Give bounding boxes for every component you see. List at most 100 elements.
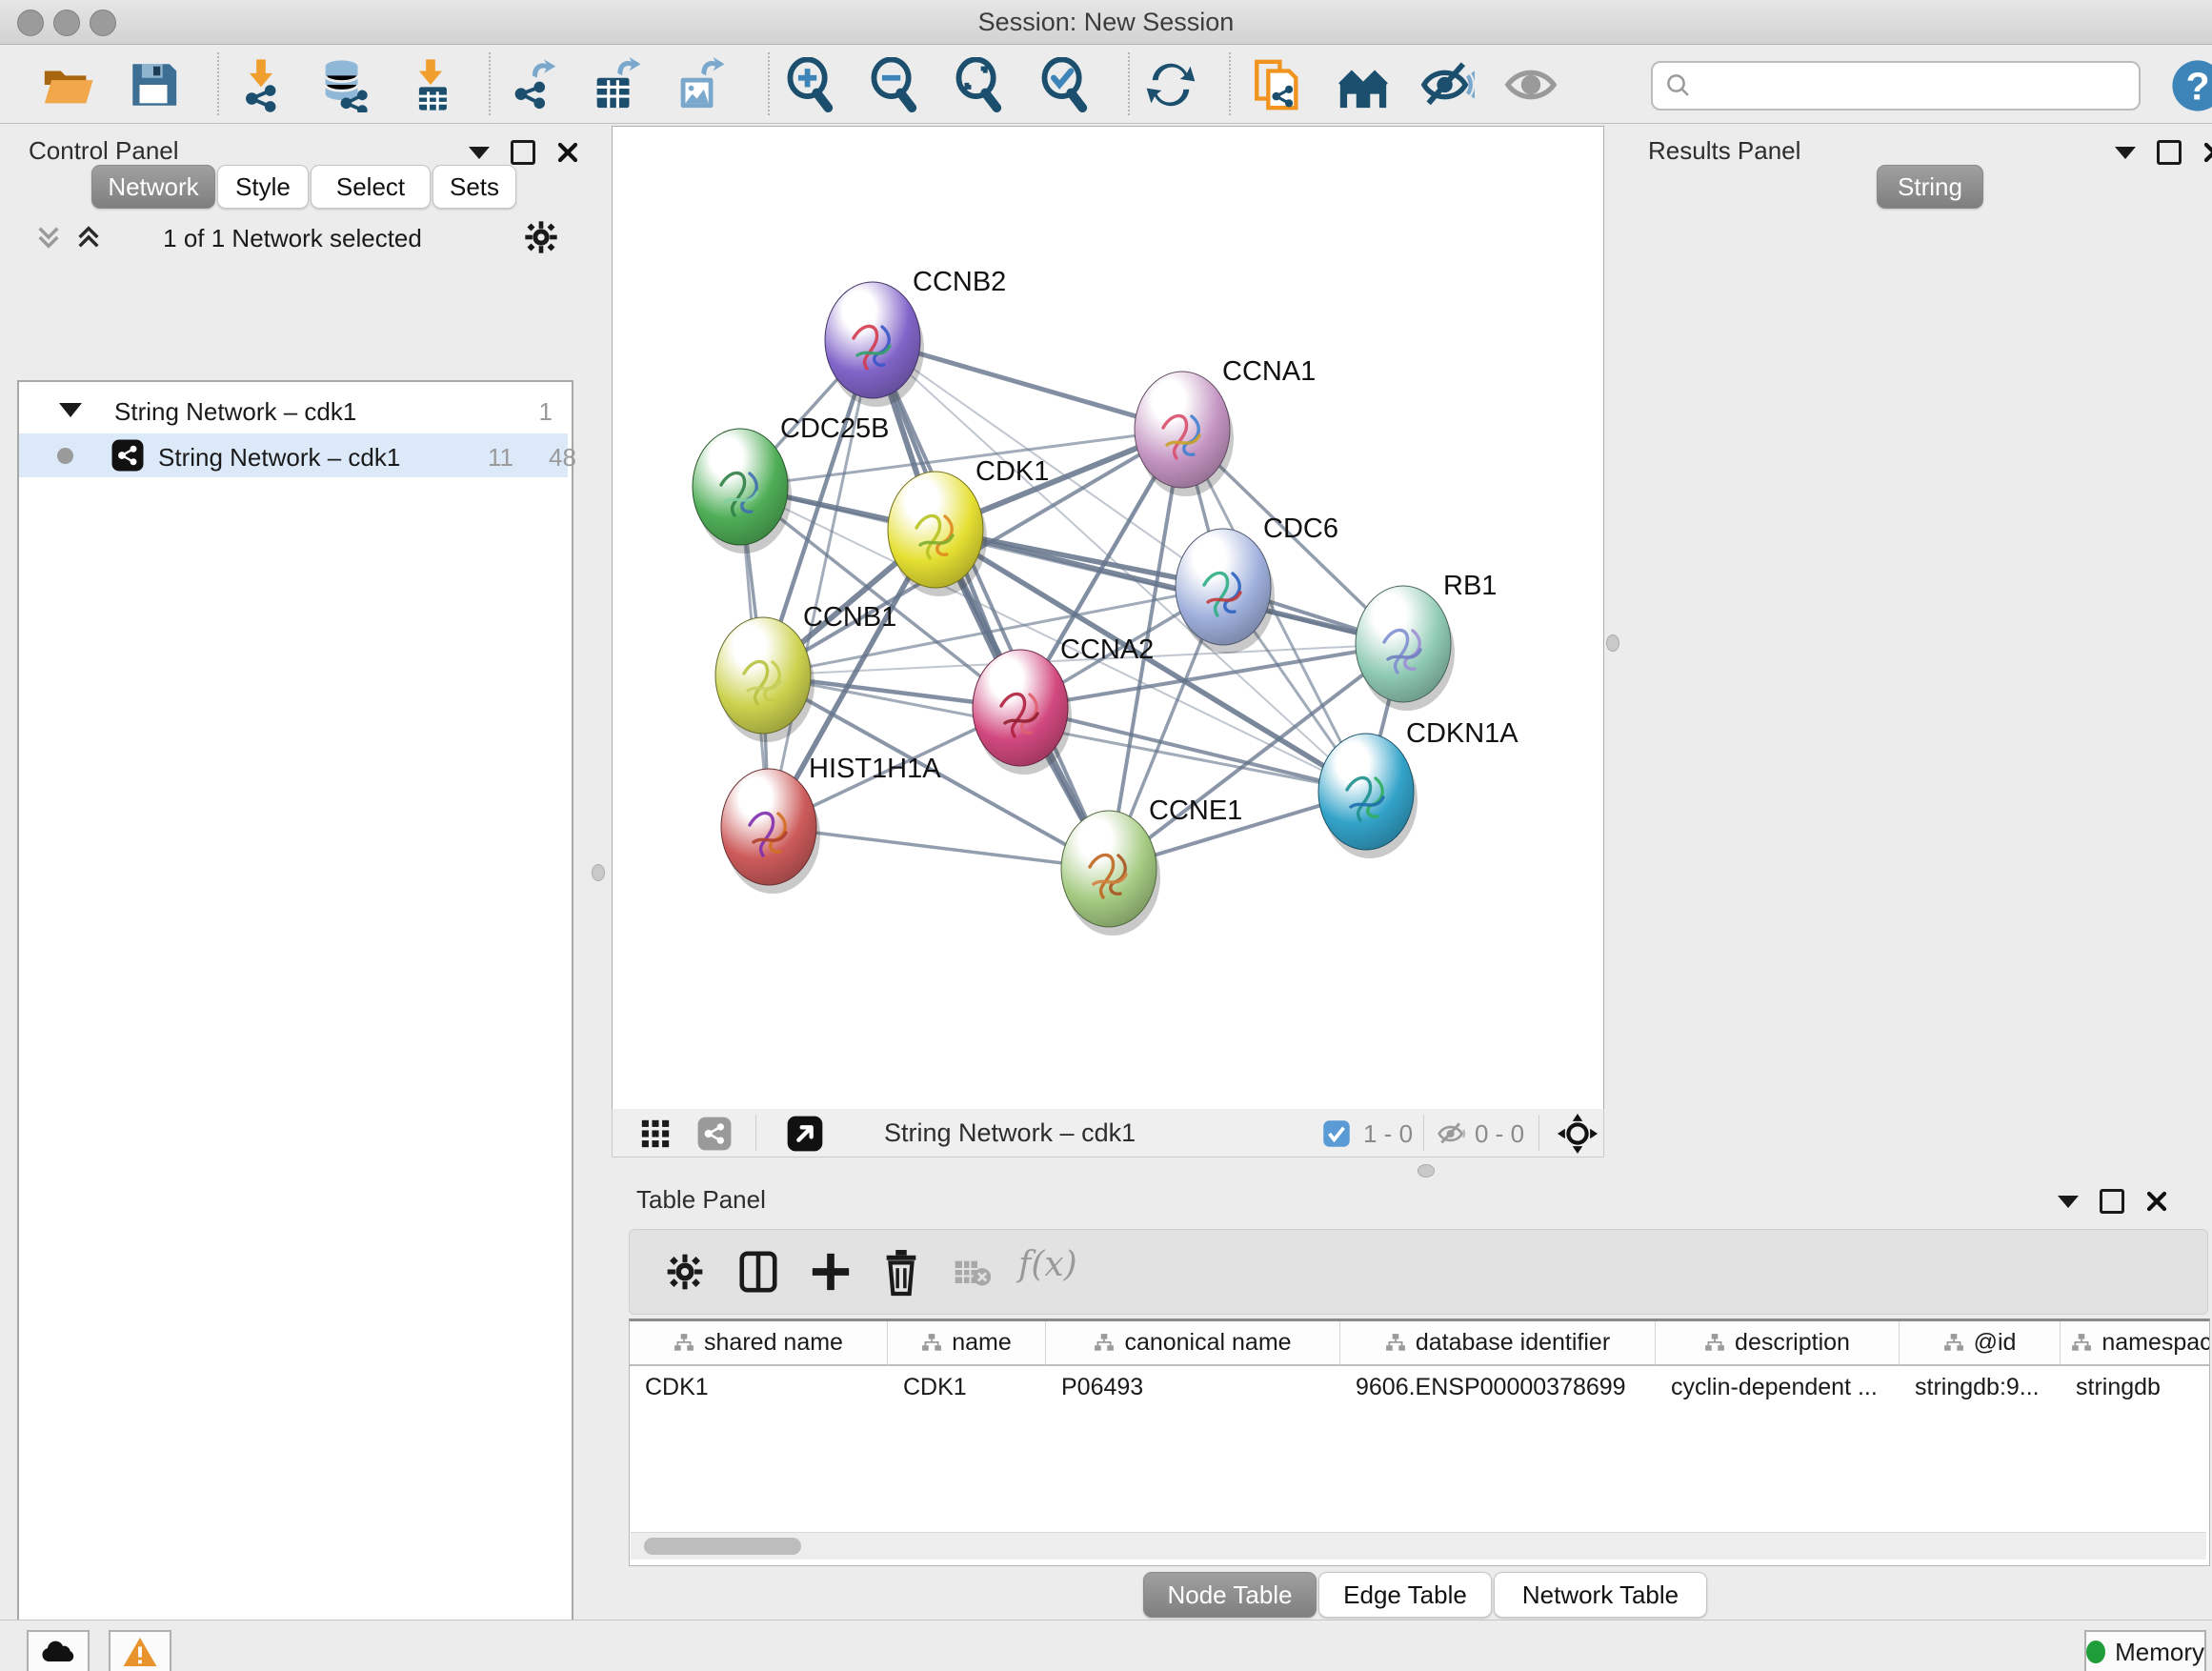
tab-network[interactable]: Network: [91, 165, 215, 209]
table-cell[interactable]: stringdb: [2061, 1366, 2210, 1408]
zoom-fit-content-icon[interactable]: [951, 57, 1006, 112]
import-table-file-icon[interactable]: [403, 57, 458, 112]
node-label: CDC25B: [780, 413, 889, 444]
results-panel-title: Results Panel: [1648, 136, 1800, 166]
network-node-hist1h1a[interactable]: HIST1H1A: [721, 754, 941, 894]
network-graph[interactable]: CCNB2CCNA1CDC25BCDK1CDC6RB1CCNB1CCNA2CDK…: [613, 127, 1603, 1109]
zoom-out-icon[interactable]: [866, 57, 921, 112]
column-header-namespac[interactable]: namespac: [2061, 1321, 2210, 1366]
grid-view-icon[interactable]: [639, 1117, 672, 1150]
import-network-database-icon[interactable]: [316, 57, 372, 112]
selected-checkbox-icon[interactable]: [1322, 1119, 1351, 1148]
network-node-ccnb2[interactable]: CCNB2: [825, 267, 1006, 407]
network-edge-count: 48: [549, 443, 576, 473]
node-label: CDKN1A: [1406, 718, 1518, 749]
left-splitter-handle[interactable]: [592, 864, 605, 881]
app-window: Session: New Session: [0, 0, 2212, 1671]
network-node-ccnb1[interactable]: CCNB1: [715, 602, 896, 742]
network-node-cdc25b[interactable]: CDC25B: [693, 413, 889, 554]
table-gear-icon[interactable]: [664, 1251, 706, 1293]
open-session-icon[interactable]: [40, 57, 95, 112]
pan-move-icon[interactable]: [1558, 1114, 1598, 1154]
import-network-file-icon[interactable]: [233, 57, 289, 112]
network-node-cdc6[interactable]: CDC6: [1176, 513, 1338, 654]
table-cell[interactable]: stringdb:9...: [1900, 1366, 2060, 1408]
panel-menu-icon[interactable]: [469, 147, 490, 159]
table-cell[interactable]: CDK1: [630, 1366, 887, 1408]
column-header-database-identifier[interactable]: database identifier: [1340, 1321, 1656, 1366]
zoom-selected-icon[interactable]: [1036, 57, 1092, 112]
tab-node-table[interactable]: Node Table: [1143, 1572, 1317, 1618]
tab-edge-table[interactable]: Edge Table: [1318, 1572, 1492, 1618]
network-node-ccna1[interactable]: CCNA1: [1135, 356, 1316, 496]
hide-selected-icon[interactable]: [1419, 57, 1475, 112]
export-table-icon[interactable]: [588, 57, 643, 112]
panel-float-icon[interactable]: [511, 140, 535, 165]
network-edge[interactable]: [1020, 708, 1366, 792]
table-horizontal-scrollbar[interactable]: [631, 1532, 2206, 1560]
column-header-description[interactable]: description: [1656, 1321, 1900, 1366]
help-icon[interactable]: ?: [2170, 58, 2212, 113]
tab-select[interactable]: Select: [311, 165, 431, 209]
panel-menu-icon[interactable]: [2058, 1196, 2079, 1208]
collection-expander-icon[interactable]: [59, 403, 82, 417]
toolbar-separator: [1229, 52, 1231, 115]
network-options-gear-icon[interactable]: [522, 218, 560, 256]
table-toolbar: f(x): [629, 1229, 2208, 1315]
open-in-window-icon[interactable]: [786, 1115, 824, 1153]
network-node-rb1[interactable]: RB1: [1356, 571, 1497, 711]
table-cell[interactable]: CDK1: [888, 1366, 1045, 1408]
panel-float-icon[interactable]: [2157, 140, 2182, 165]
status-bar: Memory: [0, 1620, 2212, 1671]
node-table[interactable]: shared namenamecanonical name database id…: [629, 1319, 2210, 1566]
delete-table-icon: [954, 1258, 992, 1289]
save-session-icon[interactable]: [126, 57, 181, 112]
first-neighbors-icon[interactable]: [1336, 57, 1391, 112]
show-columns-icon[interactable]: [736, 1249, 780, 1295]
network-node-cdkn1a[interactable]: CDKN1A: [1318, 718, 1518, 858]
export-network-icon[interactable]: [505, 57, 560, 112]
zoom-in-icon[interactable]: [782, 57, 837, 112]
tab-string[interactable]: String: [1877, 165, 1983, 209]
export-image-icon[interactable]: [672, 57, 727, 112]
collection-count: 1: [539, 397, 553, 427]
panel-close-icon[interactable]: [2202, 141, 2212, 164]
cloud-status-button[interactable]: [27, 1630, 90, 1671]
network-share-view-icon[interactable]: [696, 1116, 733, 1152]
network-node-cdk1[interactable]: CDK1: [888, 456, 1049, 596]
network-row-selected[interactable]: String Network – cdk1 11 48: [19, 433, 568, 477]
delete-column-trash-icon[interactable]: [879, 1247, 923, 1297]
new-network-from-selection-icon[interactable]: [1250, 57, 1305, 112]
panel-close-icon[interactable]: [556, 141, 579, 164]
warning-status-button[interactable]: [109, 1630, 171, 1671]
scrollbar-thumb[interactable]: [644, 1538, 801, 1555]
show-all-icon[interactable]: [1503, 57, 1558, 112]
netbar-separator: [1423, 1115, 1424, 1151]
refresh-icon[interactable]: [1143, 57, 1198, 112]
network-collection-row[interactable]: String Network – cdk1 1: [19, 390, 568, 433]
panel-float-icon[interactable]: [2100, 1189, 2124, 1214]
panel-menu-icon[interactable]: [2115, 147, 2136, 159]
tab-style[interactable]: Style: [217, 165, 309, 209]
table-cell[interactable]: 9606.ENSP00000378699: [1340, 1366, 1655, 1408]
memory-button[interactable]: Memory: [2084, 1630, 2206, 1671]
column-header--id[interactable]: @id: [1900, 1321, 2061, 1366]
tab-sets[interactable]: Sets: [432, 165, 516, 209]
network-edge[interactable]: [935, 530, 1403, 644]
column-header-shared-name[interactable]: shared name: [630, 1321, 888, 1366]
table-cell[interactable]: cyclin-dependent ...: [1656, 1366, 1899, 1408]
network-canvas[interactable]: CCNB2CCNA1CDC25BCDK1CDC6RB1CCNB1CCNA2CDK…: [612, 126, 1604, 1110]
column-header-canonical-name[interactable]: canonical name: [1046, 1321, 1340, 1366]
network-edge[interactable]: [873, 340, 1109, 869]
column-header-name[interactable]: name: [888, 1321, 1046, 1366]
title-bar: Session: New Session: [0, 0, 2212, 45]
search-box: [1651, 61, 2141, 111]
create-column-plus-icon[interactable]: [809, 1249, 853, 1295]
search-input[interactable]: [1702, 67, 2125, 103]
table-cell[interactable]: P06493: [1046, 1366, 1339, 1408]
panel-close-icon[interactable]: [2145, 1190, 2168, 1213]
column-header-label: database identifier: [1416, 1329, 1610, 1357]
network-node-ccne1[interactable]: CCNE1: [1061, 795, 1242, 936]
tab-network-table[interactable]: Network Table: [1494, 1572, 1707, 1618]
hidden-eye-icon[interactable]: [1436, 1118, 1468, 1149]
